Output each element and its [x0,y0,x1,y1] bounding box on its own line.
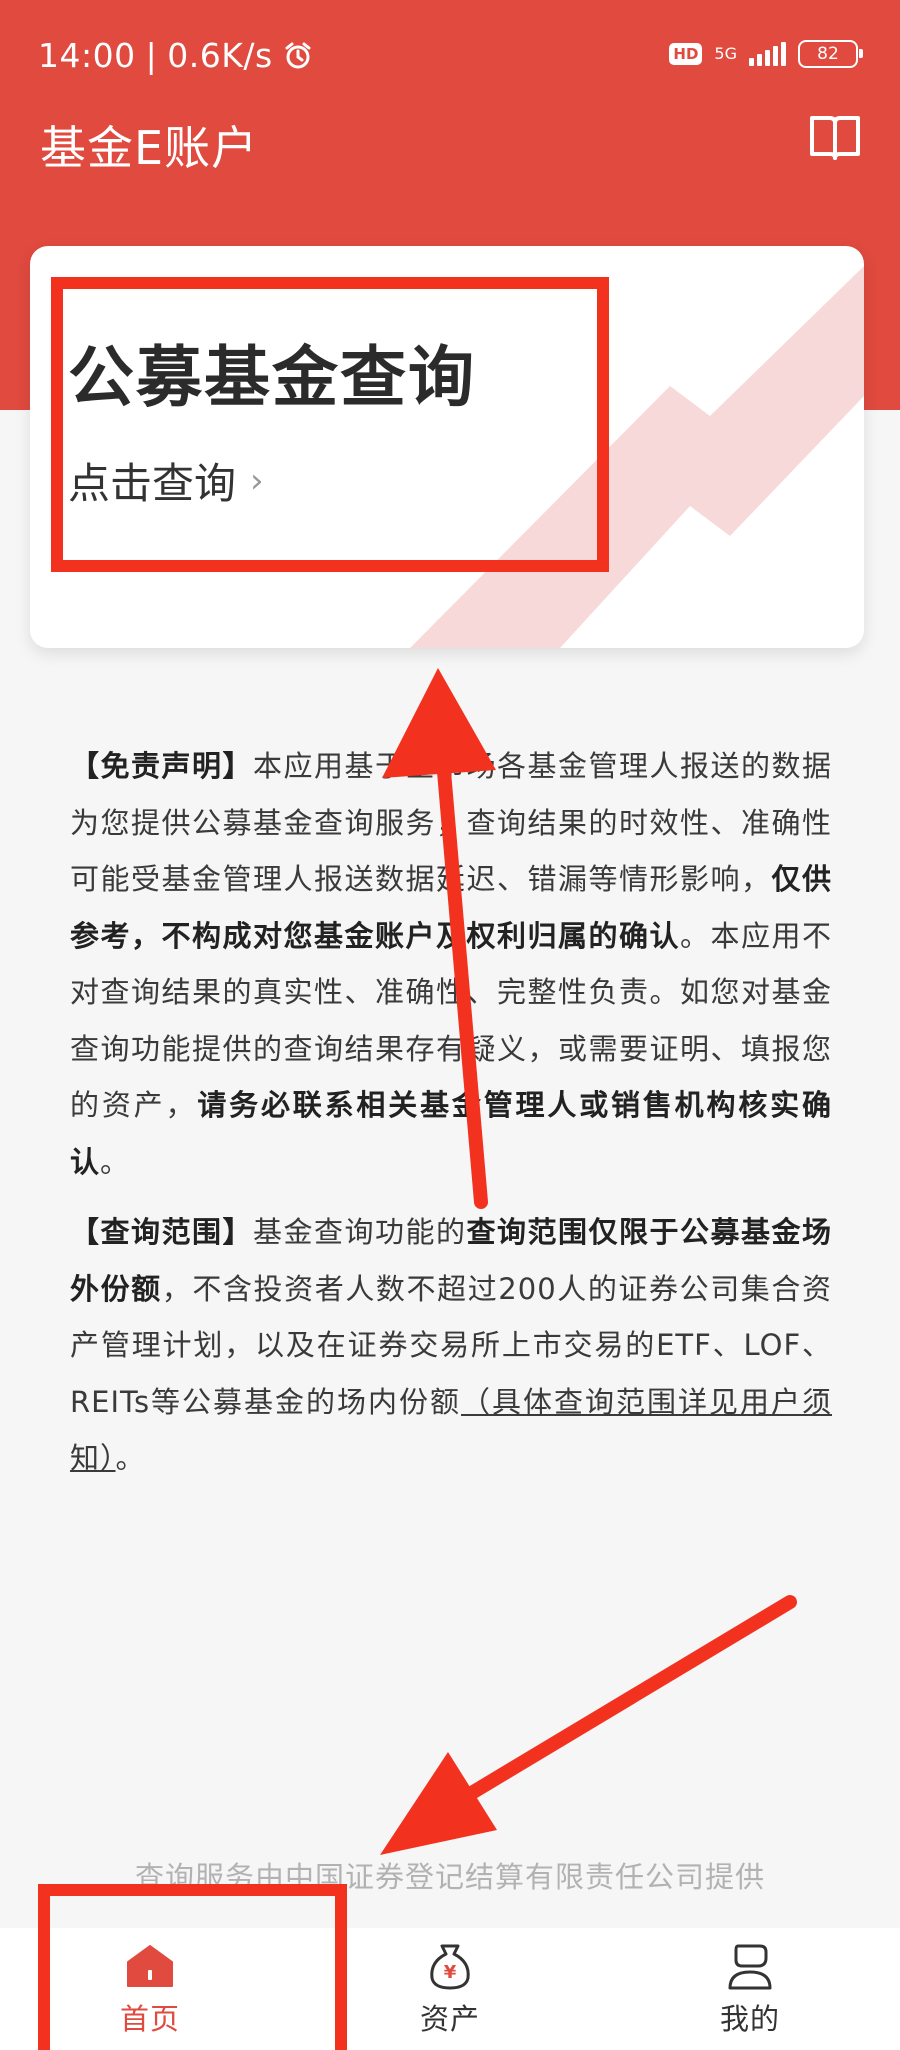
scope-end: 。 [115,1441,146,1475]
fund-query-card[interactable]: 公募基金查询 点击查询 › [30,246,864,648]
tab-home[interactable]: 首页 [0,1928,300,2050]
tab-mine-label: 我的 [719,2002,780,2036]
status-bar: 14:00 | 0.6K/s HD 5G 82 [0,0,900,110]
status-left: 14:00 | 0.6K/s [38,36,313,75]
trend-decoration [410,266,864,648]
disclaimer-heading: 【免责声明】 [70,749,253,783]
chevron-right-icon: › [250,460,264,501]
clock-time: 14:00 [38,36,136,75]
network-type: 5G [714,44,737,63]
status-right: HD 5G 82 [669,40,863,68]
card-title: 公募基金查询 [68,339,476,416]
disclaimer-end: 。 [100,1144,131,1179]
query-link-label: 点击查询 [68,459,237,508]
svg-text:¥: ¥ [444,1962,457,1983]
scope-text: 基金查询功能的 [253,1215,467,1249]
battery-level: 82 [817,44,839,64]
tab-mine[interactable]: 我的 [600,1928,900,2050]
app-title: 基金E账户 [40,121,259,175]
scope-heading: 【查询范围】 [70,1215,253,1249]
home-icon [127,1945,173,1987]
signal-icon [749,42,786,66]
tab-home-label: 首页 [119,2002,180,2036]
query-link[interactable]: 点击查询 › [68,450,264,511]
money-bag-icon: ¥ [430,1944,470,1990]
hd-badge: HD [669,43,703,65]
tab-assets-label: 资产 [419,2002,480,2036]
diagonal-arrow-shaft [463,1595,797,1801]
alarm-icon [285,42,311,68]
book-icon[interactable] [808,112,862,162]
service-provider-note: 查询服务由中国证券登记结算有限责任公司提供 [134,1860,765,1894]
network-speed: 0.6K/s [167,36,273,75]
tab-assets[interactable]: ¥ 资产 [300,1928,600,2050]
battery-icon: 82 [798,40,863,68]
diagonal-arrow-head [380,1752,497,1855]
disclaimer-paragraph: 【免责声明】本应用基于全市场各基金管理人报送的数据为您提供公募基金查询服务，查询… [70,738,832,1190]
scope-paragraph: 【查询范围】基金查询功能的查询范围仅限于公募基金场外份额，不含投资者人数不超过2… [70,1204,832,1487]
bottom-tab-bar: 首页 ¥ 资产 我的 [0,1928,900,2050]
status-separator: | [145,36,158,75]
profile-icon [728,1944,772,1990]
disclaimer-content: 【免责声明】本应用基于全市场各基金管理人报送的数据为您提供公募基金查询服务，查询… [70,738,832,1501]
